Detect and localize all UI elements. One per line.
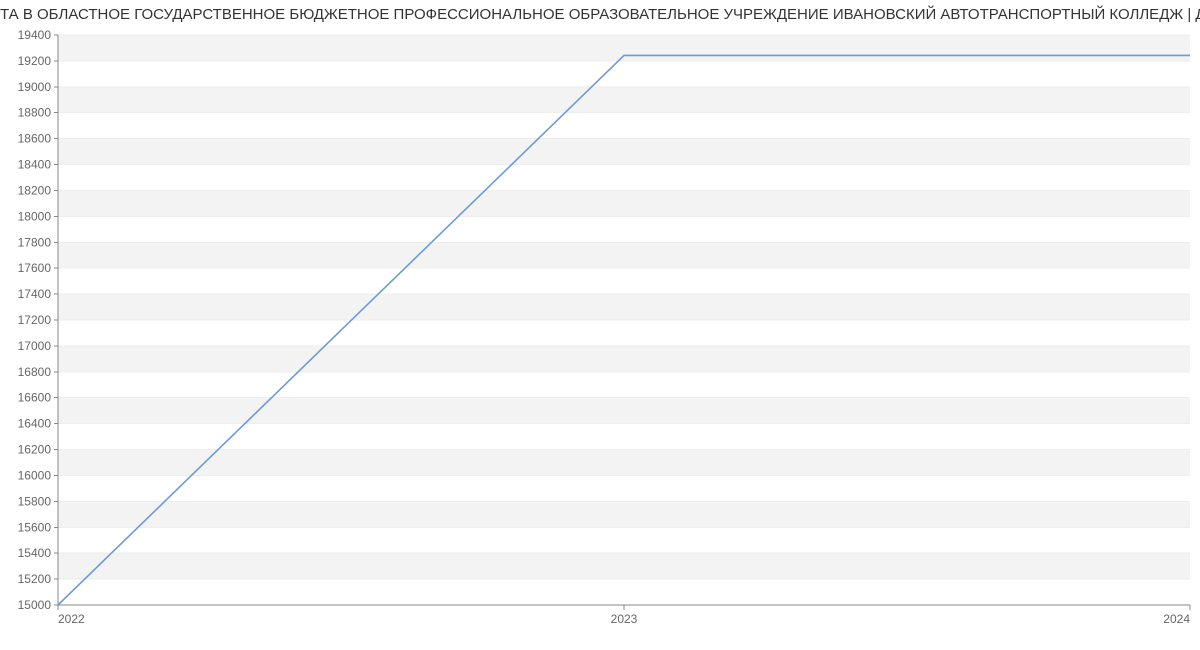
y-tick-label: 17400 xyxy=(18,287,52,301)
grid-band xyxy=(58,398,1190,424)
y-tick-label: 18600 xyxy=(18,132,52,146)
grid-band xyxy=(58,242,1190,268)
y-tick-label: 15600 xyxy=(18,520,52,534)
grid-band xyxy=(58,346,1190,372)
y-tick-label: 17800 xyxy=(18,235,52,249)
y-tick-label: 15000 xyxy=(18,598,52,612)
y-tick-label: 16800 xyxy=(18,365,52,379)
grid-band xyxy=(58,501,1190,527)
y-tick-label: 15400 xyxy=(18,546,52,560)
y-tick-label: 19000 xyxy=(18,80,52,94)
grid-band xyxy=(58,35,1190,61)
y-tick-label: 18800 xyxy=(18,106,52,120)
y-tick-label: 16000 xyxy=(18,468,52,482)
y-tick-label: 18000 xyxy=(18,209,52,223)
y-tick-label: 18400 xyxy=(18,158,52,172)
y-tick-label: 16600 xyxy=(18,391,52,405)
y-tick-label: 17000 xyxy=(18,339,52,353)
chart-svg: 15000 15200 15400 15600 15800 16000 16200 16400… xyxy=(0,27,1200,637)
chart-area: 15000 15200 15400 15600 15800 16000 16200 16400… xyxy=(0,27,1200,637)
grid-band xyxy=(58,190,1190,216)
y-tick-label: 19400 xyxy=(18,28,52,42)
grid-band xyxy=(58,87,1190,113)
y-tick-label: 16400 xyxy=(18,417,52,431)
chart-title: ТА В ОБЛАСТНОЕ ГОСУДАРСТВЕННОЕ БЮДЖЕТНОЕ… xyxy=(0,0,1200,27)
grid-band xyxy=(58,450,1190,476)
y-tick-label: 17600 xyxy=(18,261,52,275)
y-tick-label: 17200 xyxy=(18,313,52,327)
y-tick-label: 18200 xyxy=(18,183,52,197)
x-tick-label: 2024 xyxy=(1163,612,1190,626)
grid-band xyxy=(58,553,1190,579)
y-tick-label: 16200 xyxy=(18,443,52,457)
x-tick-label: 2023 xyxy=(611,612,638,626)
x-tick-label: 2022 xyxy=(58,612,85,626)
y-tick-label: 15200 xyxy=(18,572,52,586)
grid-band xyxy=(58,294,1190,320)
y-tick-label: 19200 xyxy=(18,54,52,68)
y-tick-label: 15800 xyxy=(18,494,52,508)
grid-band xyxy=(58,139,1190,165)
